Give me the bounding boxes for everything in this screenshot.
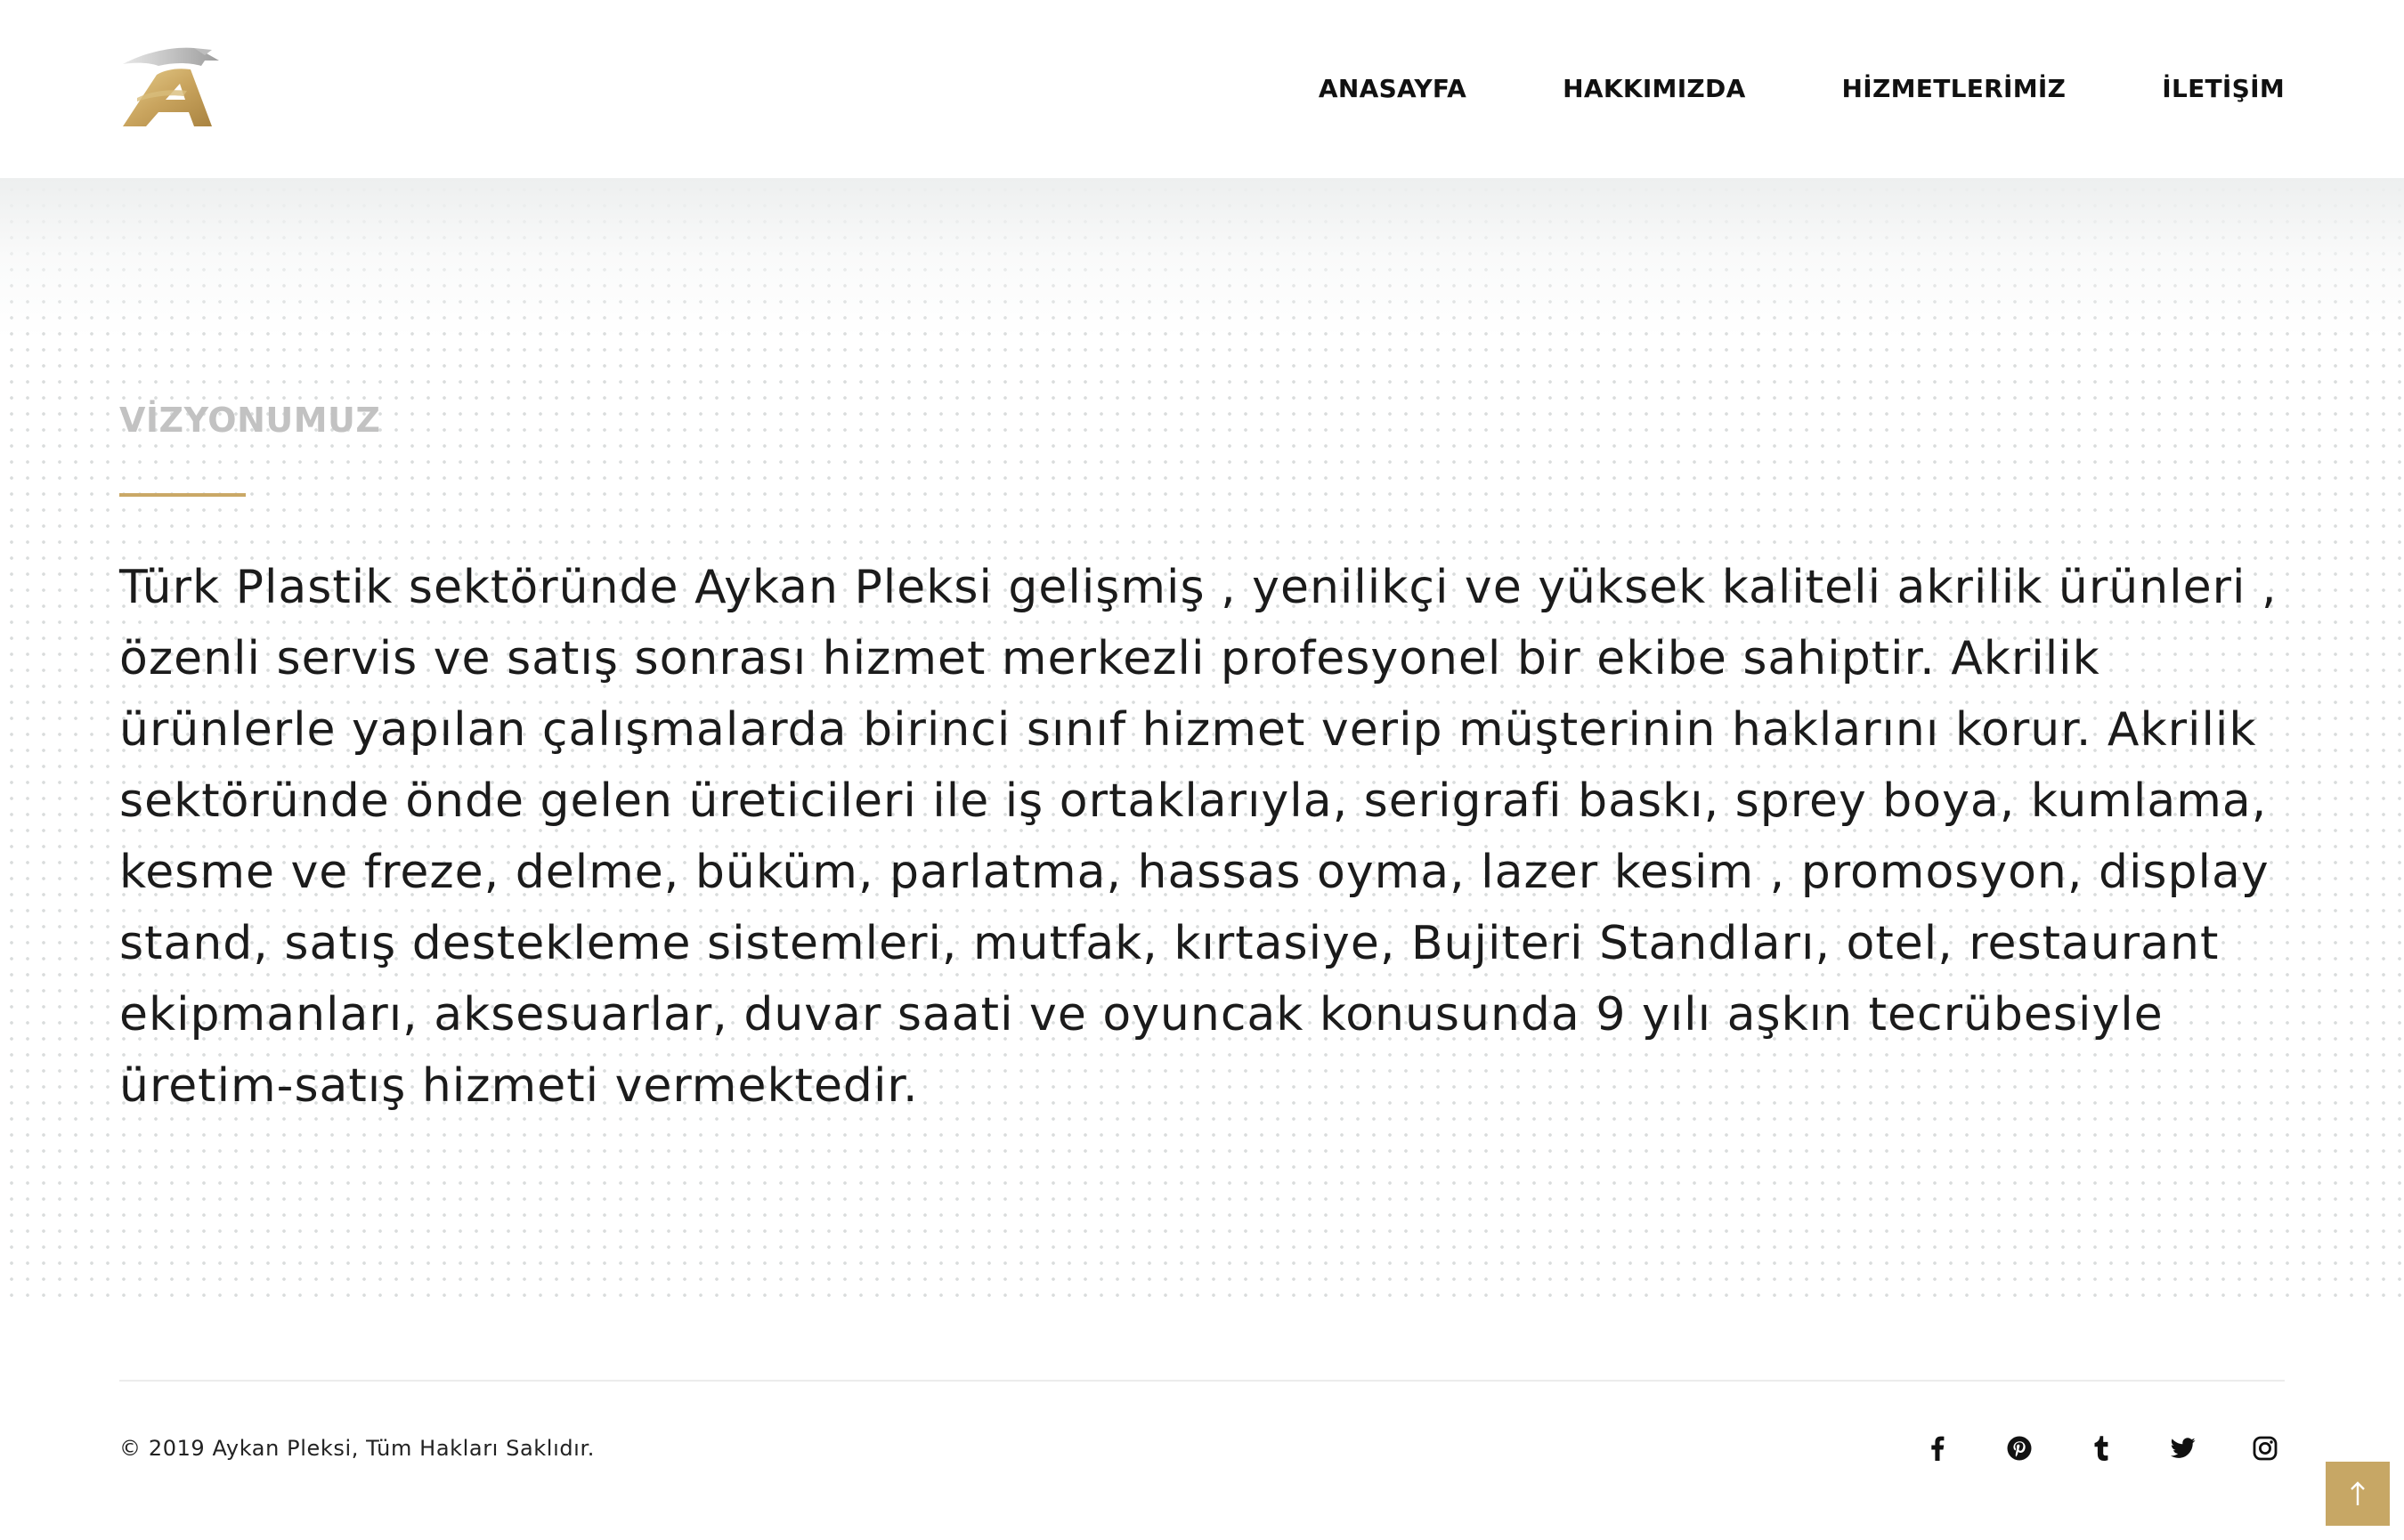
site-header: ANASAYFA HAKKIMIZDA HİZMETLERİMİZ İLETİŞ… — [0, 0, 2404, 178]
back-to-top-button[interactable] — [2326, 1462, 2390, 1526]
instagram-icon[interactable] — [2246, 1429, 2285, 1468]
arrow-up-icon — [2351, 1481, 2365, 1505]
pinterest-icon[interactable] — [2000, 1429, 2039, 1468]
tumblr-icon[interactable] — [2082, 1429, 2121, 1468]
section-title: VİZYONUMUZ — [119, 401, 381, 440]
copyright-text: © 2019 Aykan Pleksi, Tüm Hakları Saklıdı… — [119, 1436, 595, 1461]
eagle-a-logo-icon — [123, 47, 219, 126]
nav-item-hakkimizda[interactable]: HAKKIMIZDA — [1563, 74, 1745, 103]
nav-item-hizmetlerimiz[interactable]: HİZMETLERİMİZ — [1842, 74, 2067, 103]
twitter-icon[interactable] — [2164, 1429, 2203, 1468]
main-nav: ANASAYFA HAKKIMIZDA HİZMETLERİMİZ İLETİŞ… — [1319, 68, 2285, 109]
logo[interactable] — [119, 45, 219, 128]
vision-section: VİZYONUMUZ Türk Plastik sektöründe Aykan… — [0, 178, 2404, 1301]
nav-item-iletisim[interactable]: İLETİŞİM — [2162, 74, 2285, 103]
title-underline — [119, 493, 246, 497]
nav-item-anasayfa[interactable]: ANASAYFA — [1319, 74, 1466, 103]
vision-paragraph: Türk Plastik sektöründe Aykan Pleksi gel… — [119, 561, 2278, 1113]
social-links — [1918, 1429, 2285, 1468]
footer-divider — [119, 1380, 2285, 1382]
facebook-icon[interactable] — [1918, 1429, 1957, 1468]
